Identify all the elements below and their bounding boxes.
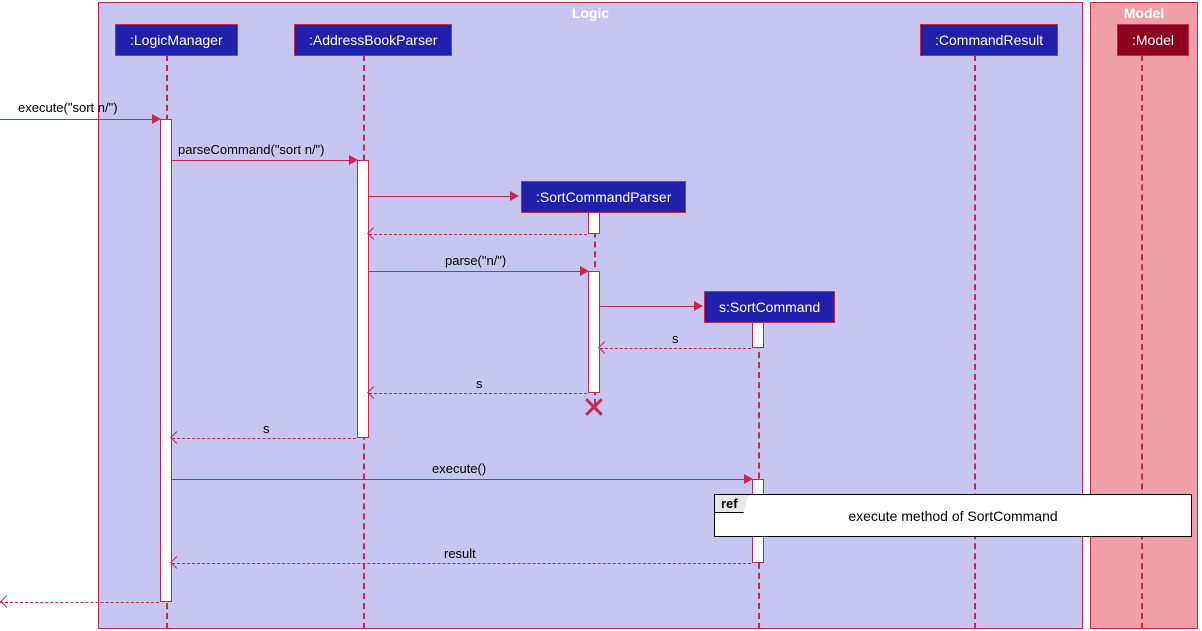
frame-model-label: Model — [1124, 5, 1164, 21]
msg-execute-line — [172, 479, 751, 480]
participant-address-book-parser: :AddressBookParser — [294, 24, 452, 56]
msg-return-final-arrow — [0, 595, 13, 608]
msg-return-result-label: result — [444, 546, 476, 561]
frame-logic-label: Logic — [572, 5, 609, 21]
lifeline-sort-command — [758, 322, 760, 629]
msg-return-s3-label: s — [263, 421, 270, 436]
msg-create-scp-line — [369, 196, 517, 197]
msg-return-s3-line — [172, 438, 356, 439]
activation-sc-1 — [752, 322, 764, 348]
sequence-diagram: Logic Model :LogicManager :AddressBookPa… — [0, 0, 1202, 631]
participant-model: :Model — [1117, 24, 1189, 56]
participant-sort-command: s:SortCommand — [704, 291, 835, 323]
msg-execute-label: execute() — [432, 461, 486, 476]
msg-execute-sort-line — [0, 119, 159, 120]
msg-return-final-line — [0, 602, 159, 603]
msg-create-sc-arrow — [694, 301, 703, 311]
msg-parse-n-line — [369, 271, 587, 272]
msg-create-scp-arrow — [510, 191, 519, 201]
activation-scp-1 — [588, 212, 600, 234]
destroy-scp — [583, 396, 605, 418]
participant-sort-command-parser: :SortCommandParser — [521, 181, 686, 213]
msg-return-s1-line — [600, 348, 751, 349]
msg-parse-command-line — [172, 160, 356, 161]
activation-scp-2 — [588, 271, 600, 393]
participant-command-result: :CommandResult — [920, 24, 1058, 56]
lifeline-model — [1141, 55, 1143, 629]
participant-logic-manager: :LogicManager — [115, 24, 238, 56]
ref-text: execute method of SortCommand — [848, 508, 1057, 524]
msg-create-sc-line — [600, 306, 701, 307]
ref-frame: ref execute method of SortCommand — [714, 494, 1192, 537]
msg-parse-command-label: parseCommand("sort n/") — [178, 142, 325, 157]
activation-logic-manager — [160, 119, 172, 602]
activation-address-book-parser — [357, 160, 369, 438]
msg-return-s2-label: s — [476, 376, 483, 391]
msg-return-result-line — [172, 563, 751, 564]
msg-return-s2-line — [369, 393, 587, 394]
msg-return-scp-line — [369, 234, 587, 235]
ref-tab: ref — [714, 494, 749, 513]
msg-return-s1-label: s — [672, 331, 679, 346]
msg-parse-n-label: parse("n/") — [445, 253, 506, 268]
lifeline-command-result — [974, 55, 976, 629]
msg-execute-sort-label: execute("sort n/") — [18, 100, 118, 115]
